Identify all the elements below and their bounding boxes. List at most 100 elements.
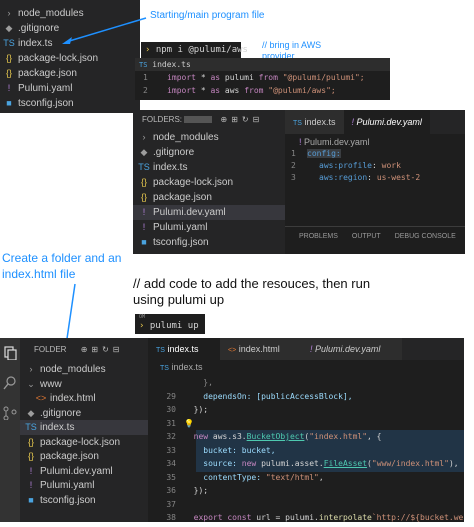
file-item-package-lock-json[interactable]: {} package-lock.json <box>20 435 148 450</box>
annotation-add-code: // add code to add the resouces, then ru… <box>133 276 371 307</box>
git-icon: ◆ <box>27 407 35 418</box>
explorer-actions-icon[interactable]: ⊕⊞↻⊟ <box>81 345 124 354</box>
file-item-label: Pulumi.dev.yaml <box>153 207 226 218</box>
ts-file-icon: TS <box>138 162 150 172</box>
code-line: 1 import * as pulumi from "@pulumi/pulum… <box>143 73 365 82</box>
file-item-label: node_modules <box>40 364 106 375</box>
git-icon: ◆ <box>5 23 13 33</box>
tsconfig-icon: ■ <box>6 98 12 108</box>
explorer-header: FOLDERS: ⊕⊞↻⊟ <box>133 110 285 128</box>
tab-output[interactable]: OUTPUT <box>352 233 381 240</box>
yaml-file-icon: ! <box>142 222 146 232</box>
file-item-package-json[interactable]: {} package.json <box>0 66 140 81</box>
yaml-file-icon: ! <box>7 83 11 93</box>
tab-pulumi-dev-yaml[interactable]: ! Pulumi.dev.yaml <box>343 110 430 134</box>
tab-index-html[interactable]: <> index.html <box>220 338 302 360</box>
json-file-icon: {} <box>27 451 34 461</box>
yaml-file-icon: ! <box>142 207 146 217</box>
file-item-label: index.html <box>50 393 96 404</box>
code-line: contentType: "text/html", <box>203 472 324 482</box>
file-item-label: Pulumi.yaml <box>18 83 73 94</box>
tab-debug-console[interactable]: DEBUG CONSOLE <box>395 233 456 240</box>
source-control-icon[interactable] <box>3 406 17 420</box>
prompt-icon: › <box>145 45 151 55</box>
line-number: 32 <box>166 432 176 441</box>
explorer-header: FOLDER ⊕⊞↻⊟ <box>20 338 148 360</box>
json-file-icon: {} <box>5 68 12 78</box>
yaml-file-icon: ! <box>29 480 33 490</box>
files-icon[interactable] <box>3 346 17 360</box>
explorer-actions-icon[interactable]: ⊕⊞↻⊟ <box>220 115 263 124</box>
file-item-gitignore[interactable]: ◆ .gitignore <box>20 406 148 421</box>
line-number: 35 <box>166 472 176 482</box>
ts-file-icon: TS <box>25 422 37 432</box>
search-icon[interactable] <box>3 376 17 390</box>
code-area: }, dependsOn: [publicAccessBlock], }); 💡… <box>184 376 464 525</box>
explorer-panel-config: FOLDERS: ⊕⊞↻⊟ › node_modules ◆ .gitignore TS… <box>133 110 285 254</box>
file-item-pulumi-dev-yaml[interactable]: ! Pulumi.dev.yaml <box>133 205 285 220</box>
line-number: 34 <box>166 459 176 468</box>
tab-pulumi-dev-yaml[interactable]: ! Pulumi.dev.yaml <box>302 338 402 360</box>
file-item-node-modules[interactable]: › node_modules <box>133 130 285 145</box>
ts-file-icon: TS <box>293 120 302 127</box>
terminal-npm-install: › npm i @pulumi/aws <box>141 42 248 58</box>
file-item-node-modules[interactable]: › node_modules <box>20 362 148 377</box>
file-item-label: Pulumi.yaml <box>153 222 208 233</box>
line-number: 37 <box>166 499 176 509</box>
code-line: bucket: bucket, <box>203 445 276 455</box>
chevron-right-icon: › <box>29 364 33 374</box>
file-item-pulumi-yaml[interactable]: ! Pulumi.yaml <box>20 478 148 493</box>
explorer-panel-final: FOLDER ⊕⊞↻⊟ › node_modules ⌄ www <> index.htm… <box>20 338 148 522</box>
tab-index-ts[interactable]: TS index.ts <box>285 110 344 134</box>
file-item-label: index.ts <box>40 422 75 433</box>
prompt-icon: › <box>139 321 145 331</box>
yaml-code: 1 config: 2 aws:profile: work 3 aws:region:… <box>285 148 465 184</box>
tab-index-ts[interactable]: TS index.ts <box>148 338 220 360</box>
line-number: 38 <box>166 513 176 522</box>
file-item-label: package-lock.json <box>153 177 234 188</box>
annotation-starting-file: Starting/main program file <box>150 10 265 21</box>
file-item-package-json[interactable]: {} package.json <box>133 190 285 205</box>
arrow-to-index-ts <box>62 17 147 44</box>
ts-file-icon: TS <box>3 38 15 48</box>
file-item-tsconfig-json[interactable]: ■ tsconfig.json <box>0 96 140 111</box>
file-item-gitignore[interactable]: ◆ .gitignore <box>133 145 285 160</box>
file-item-tsconfig-json[interactable]: ■ tsconfig.json <box>20 493 148 508</box>
code-line: new aws.s3.BucketObject("index.html", { <box>193 432 382 441</box>
line-number: 31 <box>166 418 176 428</box>
file-item-label: package-lock.json <box>18 53 99 64</box>
file-item-pulumi-yaml[interactable]: ! Pulumi.yaml <box>133 220 285 235</box>
file-item-package-lock-json[interactable]: {} package-lock.json <box>0 51 140 66</box>
html-file-icon: <> <box>228 347 237 354</box>
line-number: 30 <box>166 405 176 414</box>
file-item-label: tsconfig.json <box>40 494 96 506</box>
file-item-package-lock-json[interactable]: {} package-lock.json <box>133 175 285 190</box>
json-file-icon: {} <box>140 177 147 187</box>
activity-bar <box>0 338 20 522</box>
code-line: 3 aws:region: us-west-2 <box>291 173 421 182</box>
file-item-index-ts[interactable]: TS index.ts <box>20 420 148 435</box>
breadcrumb: TS index.ts <box>160 362 203 372</box>
file-item-index-html[interactable]: <> index.html <box>20 391 148 406</box>
json-file-icon: {} <box>140 192 147 202</box>
line-number: 33 <box>166 445 176 455</box>
file-item-pulumi-yaml[interactable]: ! Pulumi.yaml <box>0 81 140 96</box>
lightbulb-icon[interactable]: 💡 <box>184 419 194 428</box>
tab-problems[interactable]: PROBLEMS <box>299 233 338 240</box>
tsconfig-icon: ■ <box>28 494 34 505</box>
snippet-lines: 1 import * as pulumi from "@pulumi/pulum… <box>135 71 390 97</box>
file-item-package-json[interactable]: {} package.json <box>20 449 148 464</box>
file-item-tsconfig-json[interactable]: ■ tsconfig.json <box>133 235 285 250</box>
breadcrumb: ! Pulumi.dev.yaml <box>299 137 370 147</box>
terminal-command: npm i @pulumi/aws <box>155 45 248 55</box>
yaml-file-icon: ! <box>299 137 302 147</box>
file-item-index-ts[interactable]: TS index.ts <box>133 160 285 175</box>
file-item-label: .gitignore <box>153 147 195 158</box>
redacted-folder-name <box>184 116 213 124</box>
file-item-www[interactable]: ⌄ www <box>20 377 148 392</box>
yaml-file-icon: ! <box>29 465 33 476</box>
file-item-pulumi-dev-yaml[interactable]: ! Pulumi.dev.yaml <box>20 464 148 479</box>
file-item-label: index.ts <box>18 38 53 49</box>
editor-tabs: TS index.ts ! Pulumi.dev.yaml <box>285 110 465 134</box>
